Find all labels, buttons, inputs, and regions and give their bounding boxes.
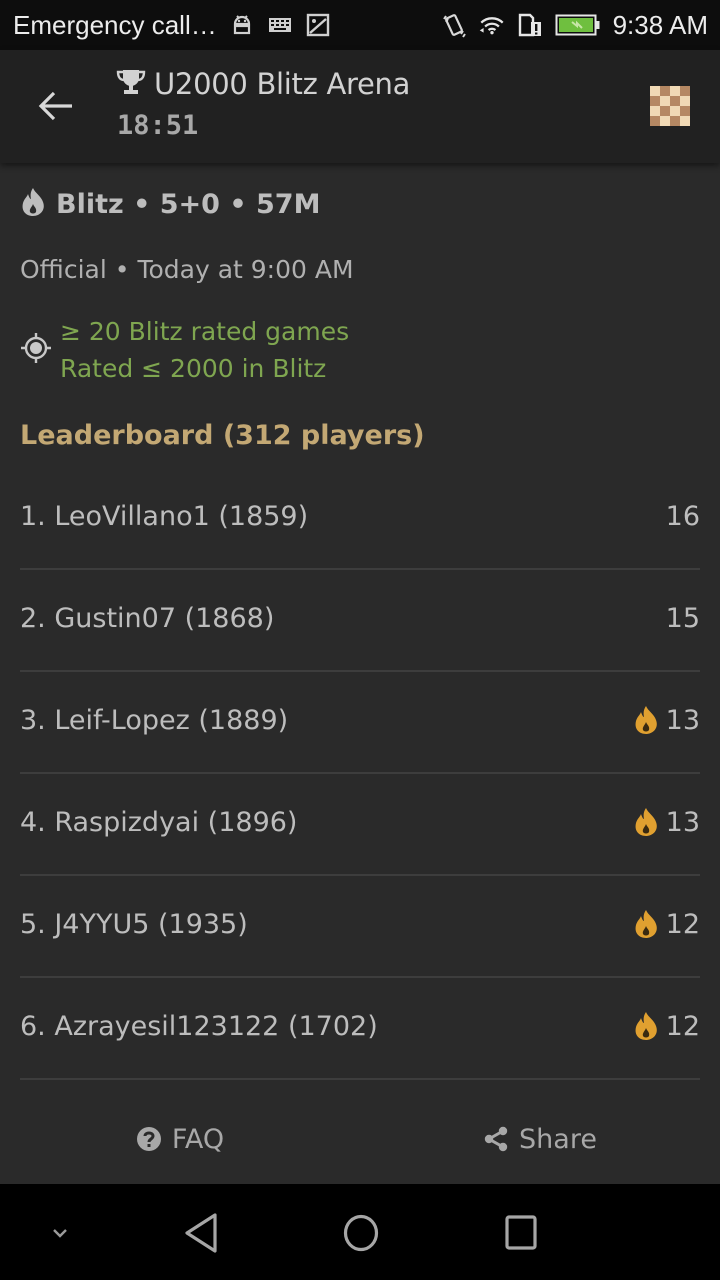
home-circle-icon <box>343 1214 379 1252</box>
on-fire-icon <box>635 1012 657 1040</box>
on-fire-icon <box>635 706 657 734</box>
player-score: 12 <box>665 1010 700 1042</box>
fire-icon <box>20 187 46 221</box>
condition-max-rating: Rated ≤ 2000 in Blitz <box>60 354 327 383</box>
leaderboard-row[interactable]: 3. Leif-Lopez (1889) 13 <box>20 672 700 774</box>
sim-alert-icon <box>517 12 543 38</box>
leaderboard-row[interactable]: 4. Raspizdyai (1896) 13 <box>20 774 700 876</box>
footer-actions: FAQ Share <box>0 1095 720 1183</box>
player-label: 4. Raspizdyai (1896) <box>20 806 298 838</box>
leaderboard-row[interactable]: 6. Azrayesil123122 (1702) 12 <box>20 978 700 1080</box>
chevron-down-icon <box>53 1229 67 1238</box>
trophy-icon <box>116 68 146 100</box>
question-circle-icon <box>136 1127 161 1151</box>
android-icon <box>229 12 255 38</box>
leaderboard-row[interactable]: 1. LeoVillano1 (1859) 16 <box>20 468 700 570</box>
leaderboard-row[interactable]: 2. Gustin07 (1868) 15 <box>20 570 700 672</box>
faq-label: FAQ <box>171 1123 225 1155</box>
keyboard-icon <box>267 12 293 38</box>
hide-keyboard-button[interactable] <box>35 1208 85 1258</box>
perf-text: Blitz • 5+0 • 57M <box>56 188 321 220</box>
vibrate-icon <box>441 12 467 38</box>
player-score: 13 <box>665 806 700 838</box>
leaderboard-list: 1. LeoVillano1 (1859) 16 2. Gustin07 (18… <box>20 468 700 1080</box>
status-bar: Emergency call… 9:38 AM <box>0 0 720 50</box>
faq-button[interactable]: FAQ <box>0 1095 360 1183</box>
on-fire-icon <box>635 910 657 938</box>
image-icon <box>305 12 331 38</box>
wifi-icon <box>479 12 505 38</box>
back-button[interactable] <box>36 86 76 126</box>
nav-recents-button[interactable] <box>496 1208 546 1258</box>
leaderboard-row[interactable]: 5. J4YYU5 (1935) 12 <box>20 876 700 978</box>
player-label: 2. Gustin07 (1868) <box>20 602 275 634</box>
player-label: 6. Azrayesil123122 (1702) <box>20 1010 378 1042</box>
player-score: 16 <box>665 500 700 532</box>
recents-square-icon <box>505 1215 537 1250</box>
battery-charging-icon <box>555 12 601 38</box>
back-triangle-icon <box>185 1213 217 1253</box>
entry-conditions: ≥ 20 Blitz rated games Rated ≤ 2000 in B… <box>20 313 349 387</box>
system-nav-bar <box>0 1184 720 1280</box>
player-score: 15 <box>665 602 700 634</box>
status-time: 9:38 AM <box>612 9 708 40</box>
perf-info: Blitz • 5+0 • 57M <box>20 187 320 221</box>
player-score: 12 <box>665 908 700 940</box>
share-icon <box>484 1126 508 1152</box>
share-label: Share <box>519 1123 597 1155</box>
arrow-left-icon <box>38 91 72 121</box>
leaderboard-title: Leaderboard (312 players) <box>20 420 425 451</box>
status-carrier-text: Emergency call… <box>13 9 217 40</box>
page-title: U2000 Blitz Arena <box>154 67 411 101</box>
on-fire-icon <box>635 808 657 836</box>
share-button[interactable]: Share <box>360 1095 720 1183</box>
player-label: 1. LeoVillano1 (1859) <box>20 500 309 532</box>
crosshair-icon <box>20 332 52 368</box>
official-schedule: Official • Today at 9:00 AM <box>20 255 354 284</box>
nav-back-button[interactable] <box>176 1208 226 1258</box>
tournament-clock: 18:51 <box>117 110 199 141</box>
player-label: 3. Leif-Lopez (1889) <box>20 704 289 736</box>
player-label: 5. J4YYU5 (1935) <box>20 908 248 940</box>
condition-min-games: ≥ 20 Blitz rated games <box>60 317 350 346</box>
nav-home-button[interactable] <box>336 1208 386 1258</box>
player-score: 13 <box>665 704 700 736</box>
chessboard-icon[interactable] <box>650 86 690 126</box>
app-bar: U2000 Blitz Arena 18:51 <box>0 50 720 163</box>
